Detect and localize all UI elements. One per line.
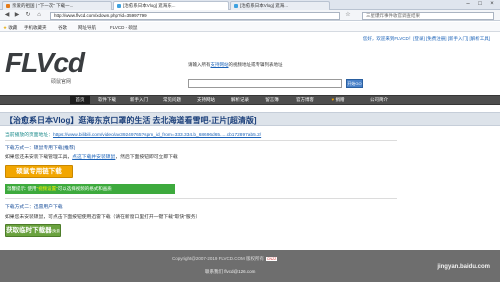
- favorites-item[interactable]: ★ 收藏: [3, 24, 17, 31]
- tab-favicon-icon: [234, 3, 238, 8]
- browser-tab-active[interactable]: [治愈系日本Vlog] 逛海东...: [113, 1, 229, 10]
- nav-blog[interactable]: 官方博客: [293, 96, 317, 104]
- address-bar-row: ◀ ▶ ↻ ⌂ http://www.flvcd.com/xdown.php?i…: [0, 10, 500, 21]
- site-footer: Copyright@2007-2019 FLVCD.COM 版权所有 CNZZ 联…: [0, 250, 500, 282]
- favorites-item[interactable]: 谷歌: [58, 24, 67, 31]
- nav-home[interactable]: 首页: [70, 96, 90, 104]
- method2-title: 下载方式二：迅雷用户下载: [5, 205, 63, 210]
- site-logo[interactable]: FLVcd 硕鼠官网: [5, 48, 87, 88]
- watermark: jingyan.baidu.com: [437, 264, 490, 270]
- divider: [5, 198, 397, 199]
- favorites-bar: ★ 收藏 手机收藏夹 谷歌 网址导航 FLVCD - 硕鼠: [0, 22, 500, 32]
- video-title-bar: 【治愈系日本Vlog】逛海东京口罩的生活 去北海道看雪吧-正片[超清版]: [0, 112, 500, 126]
- minimize-icon[interactable]: –: [462, 1, 474, 8]
- video-page-link[interactable]: https://www.bilibili.com/video/av3924976…: [53, 133, 261, 138]
- maximize-icon[interactable]: □: [474, 1, 486, 8]
- supported-sites-link[interactable]: 支持网站: [211, 62, 229, 67]
- url-input[interactable]: http://www.flvcd.com/xdown.php?id=359977…: [50, 11, 340, 20]
- main-nav: 首页 软件下载 新手入门 常见问题 支持网站 解析记录 留言簿 官方博客 ♥ 捐…: [0, 95, 500, 105]
- browser-tab[interactable]: [治愈系日本Vlog] 逛海...: [230, 1, 330, 10]
- nav-software[interactable]: 软件下载: [95, 96, 119, 104]
- browser-tab[interactable]: 亲爱的祖国 | "下一次" 下载一...: [2, 1, 112, 10]
- nav-parse-records[interactable]: 解析记录: [228, 96, 252, 104]
- home-icon[interactable]: ⌂: [35, 12, 43, 19]
- user-links[interactable]: 您好，欢迎来到FLVCD！[登录] [免费注册] [新手入门] [解析工具]: [363, 36, 490, 42]
- close-icon[interactable]: ×: [486, 1, 498, 8]
- favorites-item[interactable]: FLVCD - 硕鼠: [110, 24, 137, 31]
- tab-favicon-icon: [6, 3, 10, 8]
- nav-donate[interactable]: ♥ 捐赠: [328, 96, 348, 104]
- refresh-icon[interactable]: ↻: [24, 12, 32, 19]
- nav-faq[interactable]: 常见问题: [160, 96, 184, 104]
- heart-icon: ♥: [331, 97, 335, 102]
- install-flvcd-link[interactable]: 点这下载并安装硕鼠: [72, 155, 115, 160]
- method2-desc: 如果您未安装硕鼠，可点击下面按钮使用迅雷下载（请在新窗口里打开一键下载"取快"服…: [5, 215, 201, 220]
- star-icon[interactable]: ☆: [344, 12, 352, 19]
- thunder-download-button[interactable]: 获取临时下载器(免费下载): [5, 224, 61, 245]
- star-icon: ★: [3, 24, 8, 30]
- favorites-item[interactable]: 手机收藏夹: [24, 24, 47, 31]
- nav-about[interactable]: 公司简介: [365, 96, 393, 104]
- method1-desc: 如果您还未安装下载管理工具，点这下载并安装硕鼠，然后下面按钮即可立即下载: [5, 155, 178, 160]
- favorites-item[interactable]: 网址导航: [78, 24, 96, 31]
- video-title: 【治愈系日本Vlog】逛海东京口罩的生活 去北海道看雪吧-正片[超清版]: [5, 116, 257, 125]
- contact-line[interactable]: 联系我们 flvcd@126.com: [205, 269, 255, 275]
- tab-favicon-icon: [117, 3, 121, 8]
- video-url-input[interactable]: [188, 79, 342, 88]
- nav-guestbook[interactable]: 留言簿: [262, 96, 282, 104]
- tip-banner: 温馨提示: 使用"视频设置"可以选择视频的格式和画质: [5, 184, 175, 194]
- cnzz-badge[interactable]: CNZZ: [266, 257, 278, 261]
- video-settings-link[interactable]: "视频设置": [37, 186, 58, 191]
- divider: [5, 140, 397, 141]
- browser-tab-bar: 亲爱的祖国 | "下一次" 下载一... [治愈系日本Vlog] 逛海东... …: [0, 0, 500, 10]
- forward-icon[interactable]: ▶: [13, 12, 21, 19]
- flvcd-download-button[interactable]: 硕鼠专用链下载: [5, 165, 73, 178]
- input-hint: 请输入所有支持网站的视频地址或专辑列表地址: [188, 62, 283, 67]
- nav-beginner[interactable]: 新手入门: [127, 96, 151, 104]
- method1-title: 下载方式一：硕鼠专用下载(推荐): [5, 146, 76, 151]
- current-address: 当前播放的页面地址：https://www.bilibili.com/video…: [5, 133, 262, 138]
- analyze-button[interactable]: 开始GO: [346, 79, 363, 88]
- nav-supported-sites[interactable]: 支持网站: [194, 96, 218, 104]
- copyright: Copyright@2007-2019 FLVCD.COM 版权所有 CNZZ: [172, 256, 278, 261]
- site-top-strip: 您好，欢迎来到FLVCD！[登录] [免费注册] [新手入门] [解析工具]: [0, 32, 500, 45]
- back-icon[interactable]: ◀: [3, 12, 11, 19]
- browser-search-input[interactable]: 三星爆炸事件收官调查结果: [362, 11, 494, 20]
